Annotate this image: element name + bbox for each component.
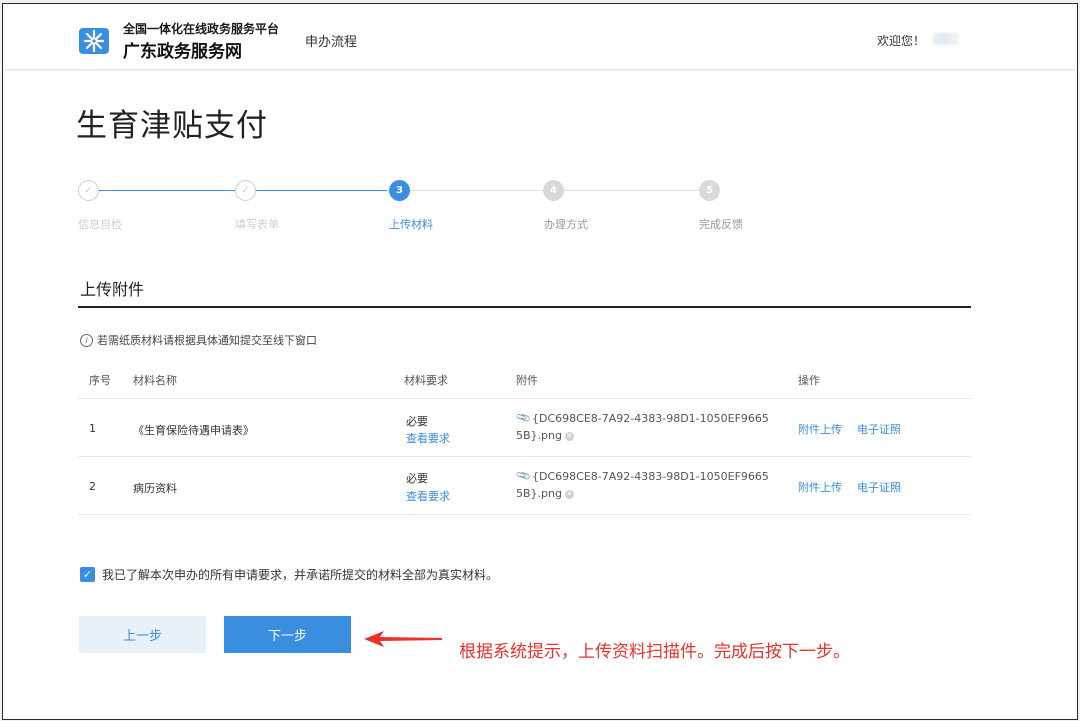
file-name-line1: {DC698CE8-7A92-4383-98D1-1050EF9665 <box>532 412 769 425</box>
view-requirement-link[interactable]: 查看要求 <box>406 430 450 446</box>
col-header-action: 操作 <box>798 374 820 387</box>
row-no: 1 <box>89 422 96 435</box>
username-redacted[interactable] <box>933 33 959 45</box>
top-header: 全国一体化在线政务服务平台 广东政务服务网 申办流程 欢迎您！ <box>3 4 1077 70</box>
col-header-no: 序号 <box>89 374 111 387</box>
attachment-file[interactable]: 📎{DC698CE8-7A92-4383-98D1-1050EF9665 5B}… <box>516 468 769 502</box>
paper-notice: i 若需纸质材料请根据具体通知提交至线下窗口 <box>80 332 317 348</box>
file-name-line2: 5B}.png <box>516 487 562 500</box>
col-header-name: 材料名称 <box>133 374 177 387</box>
file-name-line1: {DC698CE8-7A92-4383-98D1-1050EF9665 <box>532 470 769 483</box>
material-name: 《生育保险待遇申请表》 <box>133 424 254 437</box>
step-4-indicator: 4 <box>543 180 564 201</box>
view-requirement-link[interactable]: 查看要求 <box>406 488 450 504</box>
step-label-feedback: 完成反馈 <box>699 218 743 231</box>
step-connector <box>98 190 235 191</box>
col-header-req: 材料要求 <box>404 374 448 387</box>
nav-apply-process[interactable]: 申办流程 <box>305 31 357 50</box>
row-divider <box>78 514 971 515</box>
row-no: 2 <box>89 480 96 493</box>
step-connector <box>408 190 543 191</box>
agree-text: 我已了解本次申办的所有申请要求，并承诺所提交的材料全部为真实材料。 <box>102 568 499 582</box>
paperclip-icon: 📎 <box>515 410 532 427</box>
agreement[interactable]: ✓ 我已了解本次申办的所有申请要求，并承诺所提交的材料全部为真实材料。 <box>80 566 498 583</box>
attachment-upload-button[interactable]: 附件上传 <box>798 421 842 437</box>
e-certificate-button[interactable]: 电子证照 <box>857 479 901 495</box>
step-label-fill-form: 填写表单 <box>235 218 279 231</box>
site-name[interactable]: 广东政务服务网 <box>123 37 242 62</box>
remove-file-icon[interactable]: ✕ <box>564 489 574 499</box>
notice-text: 若需纸质材料请根据具体通知提交至线下窗口 <box>97 334 317 347</box>
red-arrow-icon <box>364 631 442 647</box>
row-divider <box>78 398 971 399</box>
requirement: 必要 <box>406 472 428 485</box>
next-step-button[interactable]: 下一步 <box>224 616 351 653</box>
step-connector <box>564 190 699 191</box>
row-divider <box>78 456 971 457</box>
step-5-indicator: 5 <box>699 180 720 201</box>
step-1-check-icon: ✓ <box>78 180 99 201</box>
col-header-attachment: 附件 <box>516 374 538 387</box>
section-divider <box>78 306 971 308</box>
agree-checkbox[interactable]: ✓ <box>80 567 95 582</box>
attachment-file[interactable]: 📎{DC698CE8-7A92-4383-98D1-1050EF9665 5B}… <box>516 410 769 444</box>
step-3-indicator: 3 <box>389 180 410 201</box>
step-connector <box>256 190 387 191</box>
prev-step-button[interactable]: 上一步 <box>79 616 206 653</box>
attachment-upload-button[interactable]: 附件上传 <box>798 479 842 495</box>
step-label-handling: 办理方式 <box>544 218 588 231</box>
remove-file-icon[interactable]: ✕ <box>564 431 574 441</box>
e-certificate-button[interactable]: 电子证照 <box>857 421 901 437</box>
material-name: 病历资料 <box>133 482 177 495</box>
page-frame: 全国一体化在线政务服务平台 广东政务服务网 申办流程 欢迎您！ 生育津贴支付 ✓… <box>2 3 1078 720</box>
info-icon: i <box>80 333 93 347</box>
welcome-text: 欢迎您！ <box>877 34 926 48</box>
requirement: 必要 <box>406 415 428 428</box>
instruction-annotation: 根据系统提示，上传资料扫描件。完成后按下一步。 <box>459 642 850 662</box>
step-label-upload: 上传材料 <box>389 218 433 231</box>
guangdong-logo-icon <box>79 28 109 54</box>
step-2-check-icon: ✓ <box>235 180 256 201</box>
platform-name: 全国一体化在线政务服务平台 <box>123 22 280 36</box>
file-name-line2: 5B}.png <box>516 429 562 442</box>
page-title: 生育津贴支付 <box>76 108 268 144</box>
paperclip-icon: 📎 <box>515 468 532 485</box>
section-title: 上传附件 <box>80 280 145 299</box>
step-label-info-check: 信息自检 <box>78 218 122 231</box>
